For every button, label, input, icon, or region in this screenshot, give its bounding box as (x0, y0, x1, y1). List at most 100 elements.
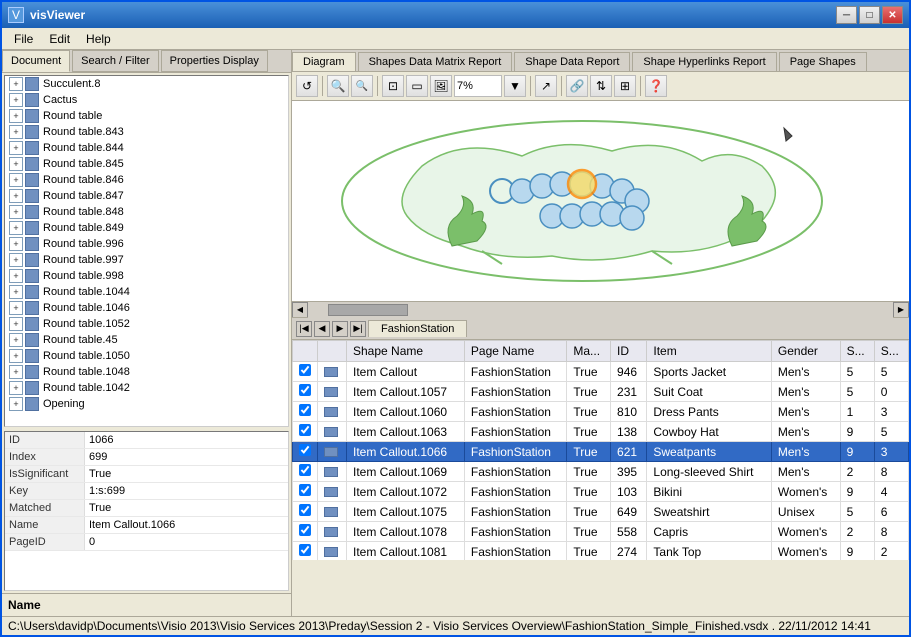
help-button[interactable]: ❓ (645, 75, 667, 97)
tree-item-succulent[interactable]: + Succulent.8 (5, 76, 288, 92)
expand-icon[interactable]: + (9, 269, 23, 283)
zoom-dropdown[interactable]: ▼ (504, 75, 526, 97)
table-row[interactable]: Item Callout.1066 FashionStation True 62… (293, 442, 909, 462)
row-checkbox[interactable] (299, 504, 311, 516)
row-checkbox[interactable] (299, 544, 311, 556)
expand-icon[interactable]: + (9, 253, 23, 267)
minimize-button[interactable]: ─ (836, 6, 857, 24)
tab-search-filter[interactable]: Search / Filter (72, 50, 158, 72)
expand-icon[interactable]: + (9, 77, 23, 91)
col-shape-name[interactable]: Shape Name (347, 341, 465, 362)
table-row[interactable]: Item Callout FashionStation True 946 Spo… (293, 362, 909, 382)
tree-item-opening[interactable]: + Opening (5, 396, 288, 412)
sync-button[interactable]: ⇅ (590, 75, 612, 97)
tree-item-1052[interactable]: + Round table.1052 (5, 316, 288, 332)
row-checkbox[interactable] (299, 464, 311, 476)
tab-properties-display[interactable]: Properties Display (161, 50, 268, 72)
row-checkbox[interactable] (299, 404, 311, 416)
tree-item-1050[interactable]: + Round table.1050 (5, 348, 288, 364)
expand-icon[interactable]: + (9, 205, 23, 219)
tree-item-round-table[interactable]: + Round table (5, 108, 288, 124)
row-checkbox[interactable] (299, 484, 311, 496)
data-table-area[interactable]: Shape Name Page Name Ma... ID Item Gende… (292, 340, 909, 560)
tree-item-847[interactable]: + Round table.847 (5, 188, 288, 204)
tree-item-1048[interactable]: + Round table.1048 (5, 364, 288, 380)
tree-item-1044[interactable]: + Round table.1044 (5, 284, 288, 300)
col-item[interactable]: Item (647, 341, 772, 362)
diagram-h-scrollbar[interactable]: ◀ ▶ (292, 301, 909, 317)
tree-item-1046[interactable]: + Round table.1046 (5, 300, 288, 316)
page-tab-fashion[interactable]: FashionStation (368, 320, 467, 337)
tree-item-845[interactable]: + Round table.845 (5, 156, 288, 172)
tree-item-1042[interactable]: + Round table.1042 (5, 380, 288, 396)
tab-diagram[interactable]: Diagram (292, 52, 356, 71)
tree-item-45[interactable]: + Round table.45 (5, 332, 288, 348)
expand-icon[interactable]: + (9, 189, 23, 203)
col-gender[interactable]: Gender (771, 341, 840, 362)
page-first-button[interactable]: |◀ (296, 321, 312, 337)
table-row[interactable]: Item Callout.1063 FashionStation True 13… (293, 422, 909, 442)
expand-icon[interactable]: + (9, 173, 23, 187)
tab-document[interactable]: Document (2, 50, 70, 72)
table-row[interactable]: Item Callout.1057 FashionStation True 23… (293, 382, 909, 402)
col-s1[interactable]: S... (840, 341, 874, 362)
expand-icon[interactable]: + (9, 301, 23, 315)
scroll-track[interactable] (308, 302, 893, 318)
document-tree[interactable]: + Succulent.8 + Cactus + Round table + (4, 75, 289, 427)
expand-icon[interactable]: + (9, 285, 23, 299)
expand-icon[interactable]: + (9, 397, 23, 411)
expand-icon[interactable]: + (9, 141, 23, 155)
table-row[interactable]: Item Callout.1075 FashionStation True 64… (293, 502, 909, 522)
refresh-button[interactable]: ↺ (296, 75, 318, 97)
scroll-right-button[interactable]: ▶ (893, 302, 909, 318)
table-row[interactable]: Item Callout.1081 FashionStation True 27… (293, 542, 909, 561)
col-page-name[interactable]: Page Name (464, 341, 566, 362)
expand-icon[interactable]: + (9, 109, 23, 123)
page-next-button[interactable]: ▶ (332, 321, 348, 337)
link-button[interactable]: 🔗 (566, 75, 588, 97)
row-checkbox[interactable] (299, 444, 311, 456)
menu-file[interactable]: File (6, 30, 41, 48)
thumbnail-button[interactable]: 🖼 (430, 75, 452, 97)
menu-edit[interactable]: Edit (41, 30, 78, 48)
maximize-button[interactable]: □ (859, 6, 880, 24)
tab-shapes-matrix[interactable]: Shapes Data Matrix Report (358, 52, 513, 71)
row-checkbox[interactable] (299, 364, 311, 376)
table-row[interactable]: Item Callout.1078 FashionStation True 55… (293, 522, 909, 542)
tree-item-997[interactable]: + Round table.997 (5, 252, 288, 268)
export-button[interactable]: ↗ (535, 75, 557, 97)
table-row[interactable]: Item Callout.1072 FashionStation True 10… (293, 482, 909, 502)
row-checkbox[interactable] (299, 424, 311, 436)
expand-icon[interactable]: + (9, 237, 23, 251)
table-row[interactable]: Item Callout.1069 FashionStation True 39… (293, 462, 909, 482)
tree-item-996[interactable]: + Round table.996 (5, 236, 288, 252)
scroll-thumb[interactable] (328, 304, 408, 316)
col-matched[interactable]: Ma... (567, 341, 611, 362)
tree-item-843[interactable]: + Round table.843 (5, 124, 288, 140)
tab-page-shapes[interactable]: Page Shapes (779, 52, 867, 71)
zoom-in-button[interactable]: 🔍 (327, 75, 349, 97)
expand-icon[interactable]: + (9, 157, 23, 171)
table-row[interactable]: Item Callout.1060 FashionStation True 81… (293, 402, 909, 422)
diagram-canvas-area[interactable] (292, 101, 909, 301)
scroll-left-button[interactable]: ◀ (292, 302, 308, 318)
tree-item-844[interactable]: + Round table.844 (5, 140, 288, 156)
expand-icon[interactable]: + (9, 125, 23, 139)
menu-help[interactable]: Help (78, 30, 119, 48)
tree-item-846[interactable]: + Round table.846 (5, 172, 288, 188)
tree-item-849[interactable]: + Round table.849 (5, 220, 288, 236)
expand-icon[interactable]: + (9, 381, 23, 395)
zoom-input[interactable] (454, 75, 502, 97)
tab-shape-data[interactable]: Shape Data Report (514, 52, 630, 71)
expand-icon[interactable]: + (9, 349, 23, 363)
tree-item-cactus[interactable]: + Cactus (5, 92, 288, 108)
tree-item-848[interactable]: + Round table.848 (5, 204, 288, 220)
col-s2[interactable]: S... (874, 341, 908, 362)
tab-hyperlinks[interactable]: Shape Hyperlinks Report (632, 52, 776, 71)
close-button[interactable]: ✕ (882, 6, 903, 24)
expand-icon[interactable]: + (9, 365, 23, 379)
grid-button[interactable]: ⊞ (614, 75, 636, 97)
col-id[interactable]: ID (611, 341, 647, 362)
row-checkbox[interactable] (299, 524, 311, 536)
zoom-out-button[interactable]: 🔍 (351, 75, 373, 97)
